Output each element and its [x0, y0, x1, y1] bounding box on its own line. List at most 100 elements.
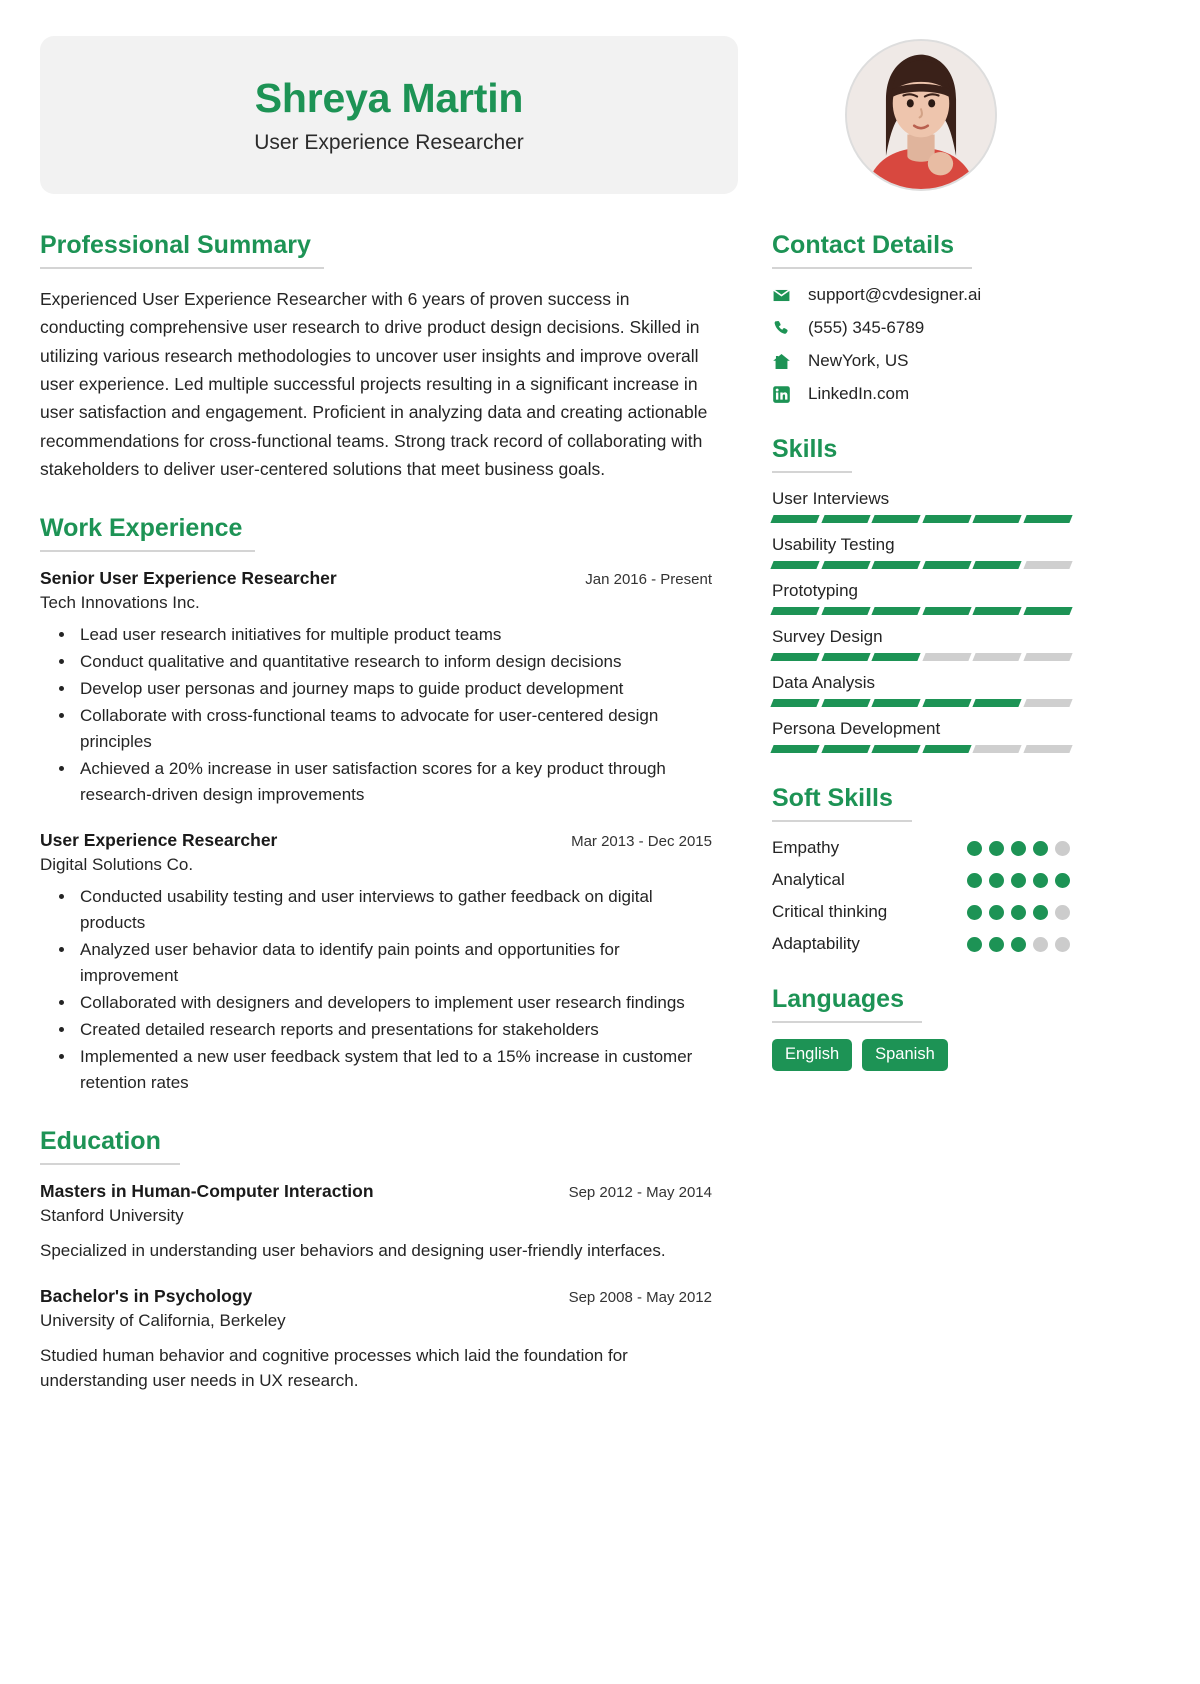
- skill-bar-segment: [871, 699, 921, 707]
- section-soft-skills: Soft Skills Empathy Analytical Critical th…: [772, 783, 1160, 954]
- skill-bar-segment: [770, 745, 820, 753]
- section-languages: Languages English Spanish: [772, 984, 1160, 1071]
- summary-text: Experienced User Experience Researcher w…: [40, 289, 708, 480]
- languages-list: English Spanish: [772, 1039, 1160, 1071]
- rating-dot: [1033, 904, 1048, 920]
- rating-dot: [1055, 872, 1070, 888]
- skill-bar-segment: [972, 699, 1022, 707]
- rating-dot: [967, 840, 982, 856]
- list-item: Collaborated with designers and develope…: [76, 990, 712, 1016]
- skill-label: User Interviews: [772, 489, 890, 508]
- skill-level-bar: [770, 515, 1072, 523]
- rating-dot: [1055, 936, 1070, 952]
- rating-dot: [967, 904, 982, 920]
- rating-dot: [989, 840, 1004, 856]
- skill-bar-segment: [871, 607, 921, 615]
- list-item: Achieved a 20% increase in user satisfac…: [76, 756, 712, 808]
- section-divider: [772, 267, 972, 269]
- envelope-icon: [772, 286, 796, 305]
- section-heading-education: Education: [40, 1127, 161, 1156]
- contact-item-linkedin[interactable]: LinkedIn.com: [772, 384, 1160, 404]
- skill-item: Usability Testing: [770, 535, 1160, 569]
- skill-bar-segment: [1022, 607, 1072, 615]
- work-company: Digital Solutions Co.: [40, 855, 194, 875]
- section-heading-languages: Languages: [772, 985, 904, 1013]
- skill-item: Prototyping: [770, 581, 1160, 615]
- skill-bar-segment: [871, 561, 921, 569]
- resume-body: Professional Summary Experienced User Ex…: [40, 230, 1160, 1424]
- skill-item: User Interviews: [770, 489, 1160, 523]
- contact-phone-text: (555) 345-6789: [808, 318, 925, 337]
- page-title: Shreya Martin: [254, 74, 524, 121]
- soft-skill-label: Analytical: [772, 870, 845, 889]
- skill-bar-segment: [1022, 653, 1072, 661]
- skill-bar-segment: [770, 699, 820, 707]
- skill-item: Persona Development: [770, 719, 1160, 753]
- skill-bar-segment: [972, 745, 1022, 753]
- rating-dot: [1033, 936, 1048, 952]
- skill-bar-segment: [820, 561, 870, 569]
- skill-bar-segment: [770, 515, 820, 523]
- skill-bar-segment: [1022, 745, 1072, 753]
- skill-bar-segment: [1022, 515, 1072, 523]
- soft-skill-label: Empathy: [772, 838, 840, 857]
- section-professional-summary: Professional Summary Experienced User Ex…: [40, 230, 712, 483]
- section-skills: Skills User Interviews Usability Testing P…: [770, 434, 1160, 753]
- section-education: Education Masters in Human-Computer Inte…: [40, 1126, 712, 1394]
- contact-location-text: NewYork, US: [808, 351, 909, 370]
- skill-bar-segment: [820, 653, 870, 661]
- rating-dot: [967, 872, 982, 888]
- section-heading-contact: Contact Details: [772, 231, 954, 259]
- skill-bar-segment: [820, 745, 870, 753]
- skill-bar-segment: [871, 745, 921, 753]
- skill-bar-segment: [770, 607, 820, 615]
- skill-label: Survey Design: [772, 627, 883, 646]
- work-date-range: Jan 2016 - Present: [585, 571, 712, 589]
- contact-linkedin-text: LinkedIn.com: [808, 384, 910, 403]
- skill-bar-segment: [820, 515, 870, 523]
- skill-bar-segment: [921, 607, 971, 615]
- rating-dot: [967, 936, 982, 952]
- avatar: [845, 39, 997, 191]
- education-school: Stanford University: [40, 1206, 184, 1226]
- section-divider: [40, 267, 324, 269]
- section-divider: [772, 820, 912, 822]
- skill-bar-segment: [921, 745, 971, 753]
- skill-bar-segment: [871, 653, 921, 661]
- home-icon: [772, 352, 796, 371]
- skill-item: Data Analysis: [770, 673, 1160, 707]
- contact-item-email[interactable]: support@cvdesigner.ai: [772, 285, 1160, 305]
- list-item: Conducted usability testing and user int…: [76, 884, 712, 936]
- skill-item: Survey Design: [770, 627, 1160, 661]
- skills-list: User Interviews Usability Testing Prototyp…: [770, 489, 1160, 753]
- soft-skill-rating: [967, 872, 1070, 888]
- education-entry: Masters in Human-Computer Interaction Se…: [40, 1181, 712, 1264]
- work-bullet-list: Conducted usability testing and user int…: [40, 884, 712, 1096]
- skill-bar-segment: [921, 653, 971, 661]
- work-bullet-list: Lead user research initiatives for multi…: [40, 622, 712, 808]
- section-heading-soft-skills: Soft Skills: [772, 784, 893, 812]
- education-date-range: Sep 2008 - May 2012: [568, 1288, 712, 1306]
- section-divider: [40, 1163, 180, 1166]
- contact-item-location[interactable]: NewYork, US: [772, 351, 1160, 371]
- skill-bar-segment: [1022, 561, 1072, 569]
- resume-page: Shreya Martin User Experience Researcher: [0, 0, 1200, 1684]
- contact-item-phone[interactable]: (555) 345-6789: [772, 318, 1160, 338]
- section-work-experience: Work Experience Senior User Experience R…: [40, 513, 712, 1096]
- education-date-range: Sep 2012 - May 2014: [568, 1184, 712, 1202]
- section-divider: [772, 471, 852, 473]
- skill-label: Usability Testing: [772, 535, 895, 554]
- skill-bar-segment: [921, 515, 971, 523]
- sidebar-column: Contact Details support@cvdesigner.ai (5…: [740, 230, 1160, 1101]
- list-item: Develop user personas and journey maps t…: [76, 676, 712, 702]
- rating-dot: [1011, 936, 1026, 952]
- education-description: Studied human behavior and cognitive pro…: [40, 1345, 628, 1391]
- skill-bar-segment: [871, 515, 921, 523]
- skill-bar-segment: [1022, 699, 1072, 707]
- soft-skill-label: Adaptability: [772, 934, 860, 953]
- skill-bar-segment: [972, 561, 1022, 569]
- work-entry-header: User Experience Researcher Mar 2013 - De…: [40, 830, 712, 851]
- rating-dot: [989, 936, 1004, 952]
- section-contact-details: Contact Details support@cvdesigner.ai (5…: [772, 230, 1160, 404]
- linkedin-icon: [772, 385, 796, 404]
